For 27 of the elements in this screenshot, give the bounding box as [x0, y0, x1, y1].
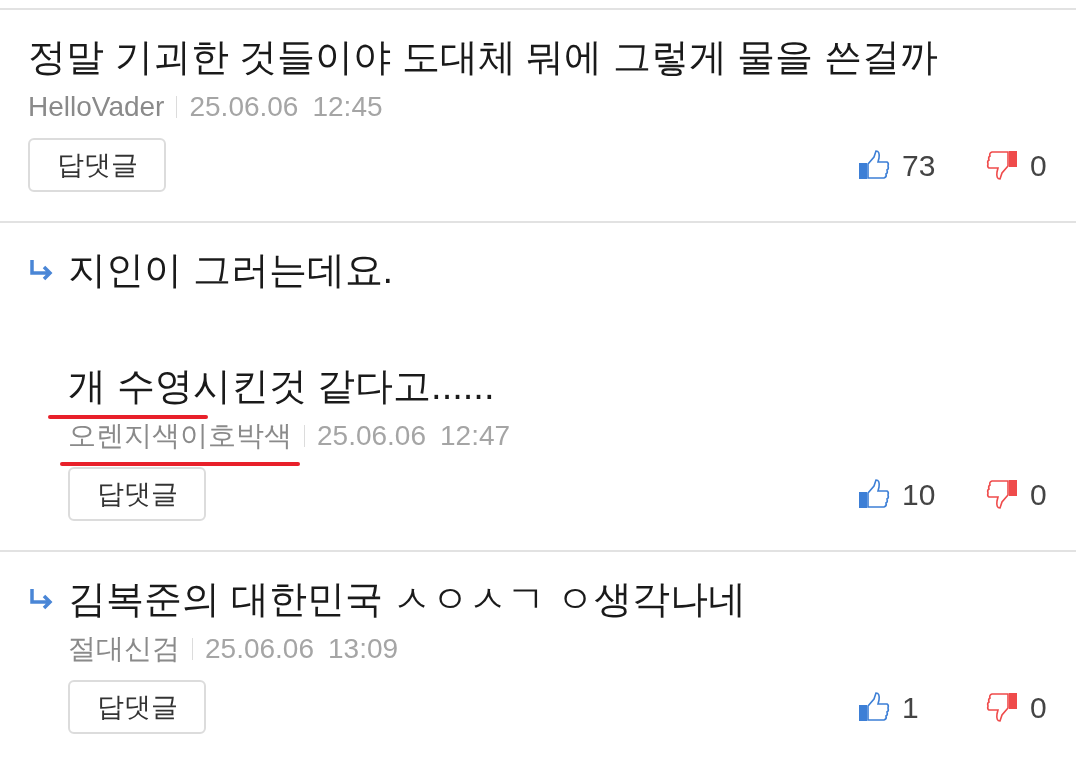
dislike-count: 0	[1030, 689, 1048, 726]
reply-button[interactable]: 답댓글	[28, 138, 166, 192]
post-time: 13:09	[328, 632, 399, 666]
thumbs-down-icon	[986, 150, 1018, 180]
comment-text: 정말 기괴한 것들이야 도대체 뭐에 그렇게 물을 쓴걸까	[28, 35, 939, 80]
post-time: 12:45	[312, 90, 383, 124]
comment-text: 김복준의 대한민국 ㅅㅇㅅㄱ ㅇ생각나네	[68, 577, 747, 622]
author-name: 오렌지색이호박색	[68, 420, 292, 451]
dislike-count: 0	[1030, 476, 1048, 513]
post-date: 25.06.06	[317, 419, 426, 453]
post-time: 12:47	[440, 419, 511, 453]
author-name: HelloVader	[28, 91, 165, 122]
thumbs-up-icon	[858, 479, 890, 509]
reply-button[interactable]: 답댓글	[68, 467, 206, 521]
like-count: 10	[902, 476, 937, 513]
author-name: 절대신검	[68, 633, 180, 664]
dislike-count: 0	[1030, 147, 1048, 184]
thumbs-up-icon	[858, 692, 890, 722]
thumbs-down-icon	[986, 692, 1018, 722]
reply-button[interactable]: 답댓글	[68, 680, 206, 734]
thumbs-up-icon	[858, 150, 890, 180]
like-count: 1	[902, 689, 920, 726]
thumbs-down-icon	[986, 479, 1018, 509]
post-date: 25.06.06	[205, 632, 314, 666]
comment-text: 지인이 그러는데요. 개 수영시킨것 같다고......	[68, 248, 496, 409]
like-count: 73	[902, 147, 937, 184]
post-date: 25.06.06	[189, 90, 299, 124]
